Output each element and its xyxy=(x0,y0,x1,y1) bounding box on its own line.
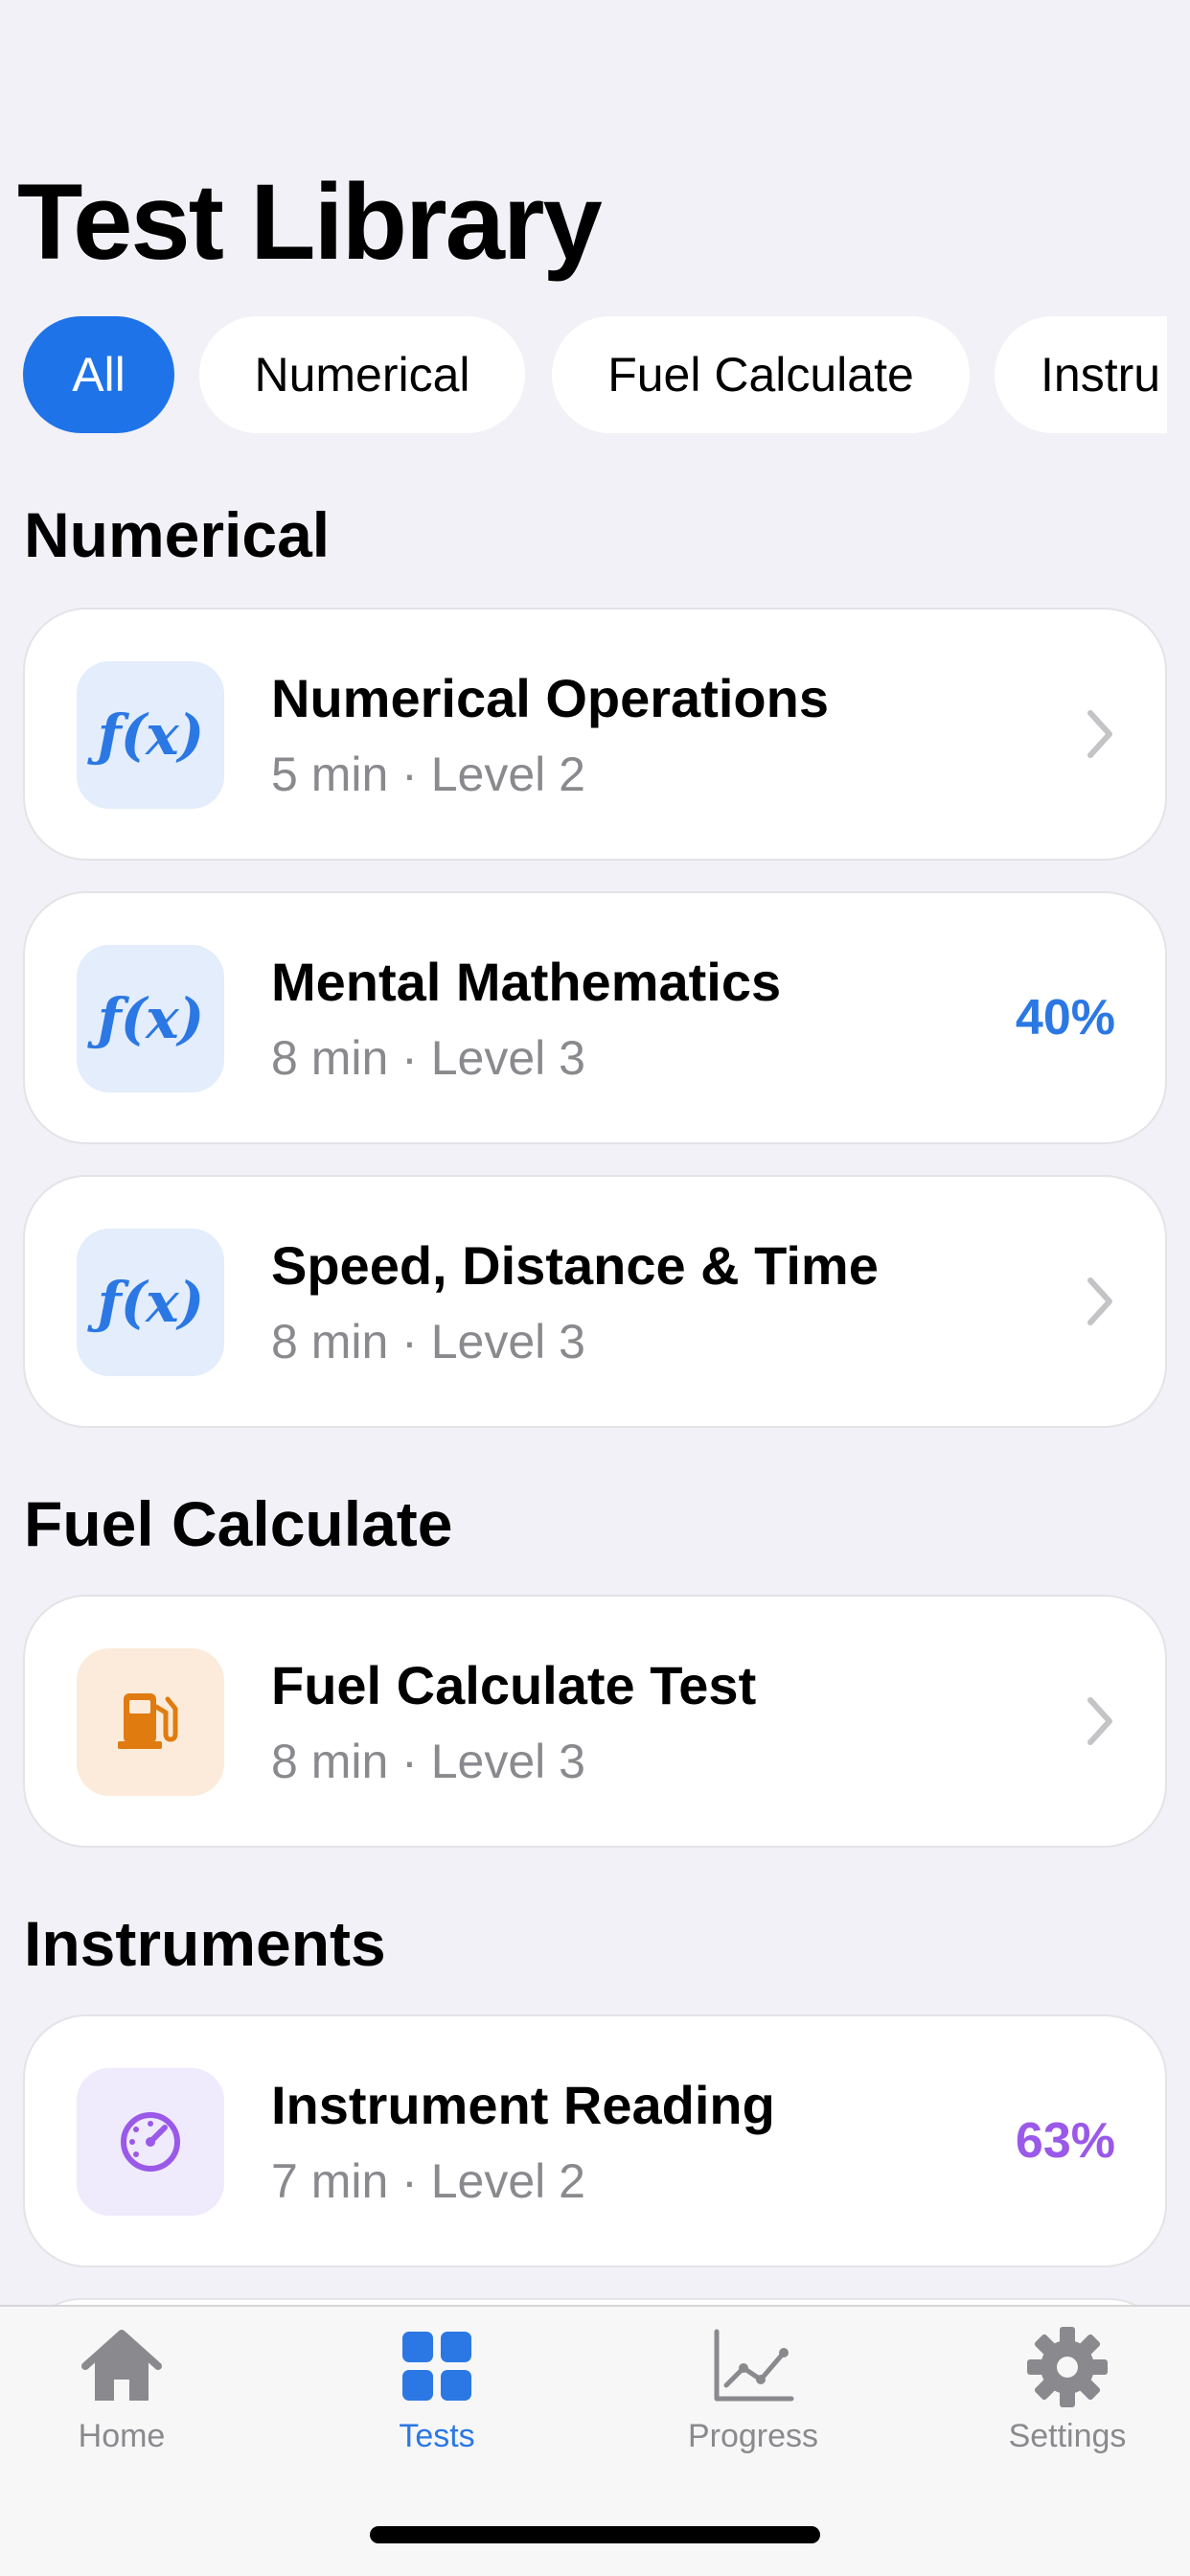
progress-percent: 40% xyxy=(1015,990,1115,1046)
section-title-fuel-calculate: Fuel Calculate xyxy=(24,1488,453,1559)
test-card-numerical-operations[interactable]: ƒ(x) Numerical Operations 5 min · Level … xyxy=(23,608,1167,861)
test-meta: 5 min · Level 2 xyxy=(271,748,585,801)
house-icon xyxy=(81,2330,162,2401)
filter-chip-instruments[interactable]: Instru xyxy=(995,316,1167,433)
gauge-glyph xyxy=(121,2112,180,2172)
filter-chip-fuel-calculate[interactable]: Fuel Calculate xyxy=(552,316,970,433)
chart-line-icon xyxy=(714,2329,794,2402)
function-icon: ƒ(x) xyxy=(77,945,224,1092)
progress-percent: 63% xyxy=(1015,2113,1115,2169)
test-card-mental-mathematics[interactable]: ƒ(x) Mental Mathematics 8 min · Level 3 … xyxy=(23,891,1167,1144)
test-name: Speed, Distance & Time xyxy=(271,1235,879,1296)
tab-label: Home xyxy=(78,2418,166,2454)
tab-label: Progress xyxy=(687,2418,819,2454)
test-meta: 7 min · Level 2 xyxy=(271,2154,585,2208)
tab-label: Settings xyxy=(1008,2418,1127,2454)
filter-chip-all[interactable]: All xyxy=(23,316,174,433)
test-name: Instrument Reading xyxy=(271,2075,775,2135)
test-name: Mental Mathematics xyxy=(271,952,782,1012)
chevron-right-icon xyxy=(1087,1697,1112,1745)
test-card-instrument-reading[interactable]: Instrument Reading 7 min · Level 2 63% xyxy=(23,2014,1167,2267)
function-icon-glyph: ƒ(x) xyxy=(97,702,204,768)
gauge-icon xyxy=(77,2068,224,2216)
test-meta: 8 min · Level 3 xyxy=(271,1315,585,1368)
filter-chips: All Numerical Fuel Calculate Instru xyxy=(0,316,1167,433)
function-icon: ƒ(x) xyxy=(77,1229,224,1376)
section-title-instruments: Instruments xyxy=(24,1908,386,1979)
chevron-right-icon xyxy=(1087,710,1112,758)
fuel-pump-glyph xyxy=(118,1693,178,1749)
home-indicator xyxy=(370,2526,820,2543)
chevron-right-icon xyxy=(1087,1277,1112,1325)
gear-icon xyxy=(1027,2327,1108,2407)
fuel-pump-icon xyxy=(77,1648,224,1796)
test-meta: 8 min · Level 3 xyxy=(271,1031,585,1085)
test-library-screen: Test Library All Numerical Fuel Calculat… xyxy=(0,0,1190,2576)
test-card-speed-distance-time[interactable]: ƒ(x) Speed, Distance & Time 8 min · Leve… xyxy=(23,1175,1167,1428)
section-title-numerical: Numerical xyxy=(24,499,331,570)
function-icon-glyph: ƒ(x) xyxy=(97,986,204,1051)
tab-tests[interactable]: Tests xyxy=(341,2326,533,2479)
tab-progress[interactable]: Progress xyxy=(657,2326,849,2479)
filter-chip-numerical[interactable]: Numerical xyxy=(199,316,525,433)
page-title: Test Library xyxy=(17,162,603,282)
tab-label: Tests xyxy=(399,2418,475,2454)
tab-home[interactable]: Home xyxy=(26,2326,217,2479)
test-card-fuel-calculate-test[interactable]: Fuel Calculate Test 8 min · Level 3 xyxy=(23,1595,1167,1848)
function-icon-glyph: ƒ(x) xyxy=(97,1270,204,1335)
test-name: Numerical Operations xyxy=(271,668,829,728)
function-icon: ƒ(x) xyxy=(77,661,224,809)
tab-settings[interactable]: Settings xyxy=(972,2326,1163,2479)
test-name: Fuel Calculate Test xyxy=(271,1655,757,1715)
test-meta: 8 min · Level 3 xyxy=(271,1735,585,1788)
grid-icon xyxy=(402,2332,471,2401)
